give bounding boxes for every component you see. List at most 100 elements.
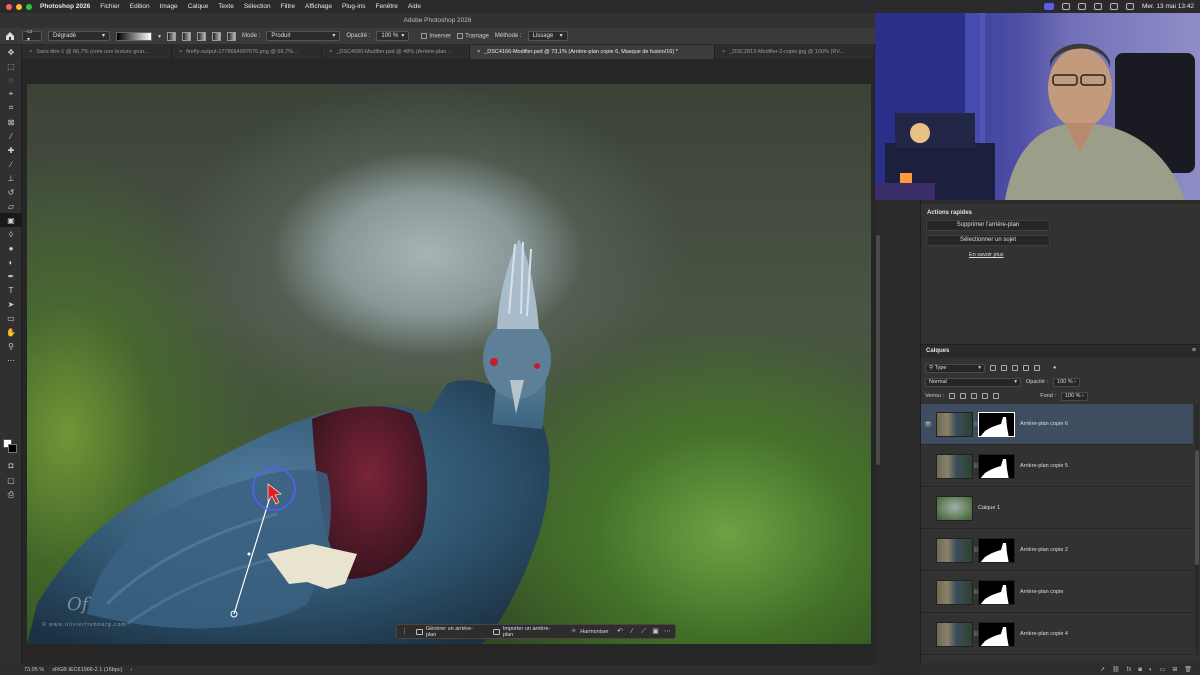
gradient-swatch-dropdown[interactable]: ▾	[158, 33, 161, 40]
brush-icon[interactable]: ∕	[628, 628, 635, 635]
scroll-thumb[interactable]	[876, 235, 880, 465]
menu-fenetre[interactable]: Fenêtre	[376, 3, 398, 10]
close-icon[interactable]: ×	[179, 49, 182, 55]
tab-layers[interactable]: Calques	[926, 348, 949, 354]
path-selection-tool-icon[interactable]: ➤	[0, 297, 22, 311]
add-mask-icon[interactable]: ◙	[1138, 667, 1142, 673]
lock-transparency-icon[interactable]	[949, 393, 956, 399]
menu-plugins[interactable]: Plug-ins	[342, 3, 365, 10]
move-tool-icon[interactable]: ✥	[0, 45, 22, 59]
screen-record-icon[interactable]	[1043, 3, 1054, 10]
quick-mask-icon[interactable]: ◘	[0, 458, 22, 472]
rectangle-tool-icon[interactable]: ▭	[0, 311, 22, 325]
menu-aide[interactable]: Aide	[408, 3, 421, 10]
history-brush-tool-icon[interactable]: ↺	[0, 185, 22, 199]
layer-mask-thumbnail[interactable]	[978, 411, 1015, 437]
mode-select[interactable]: Produit ▾	[266, 31, 341, 41]
tab-document-2[interactable]: × firefly-output-1778664997676.png @ 66,7…	[172, 45, 322, 59]
home-icon[interactable]	[4, 30, 16, 42]
layer-row[interactable]: 👁 ⛓ Arrière-plan copie 6	[921, 404, 1193, 445]
angle-gradient-icon[interactable]	[197, 31, 207, 41]
zoom-level[interactable]: 73,05 %	[24, 667, 44, 673]
layer-style-icon[interactable]: fx	[1127, 667, 1132, 673]
filter-pixel-icon[interactable]	[990, 365, 996, 371]
dither-checkbox[interactable]: Tramage	[457, 32, 489, 39]
canvas-workspace[interactable]: Of © www.olivierfrebourg.com ⋮ Générer u…	[22, 59, 875, 665]
invert-checkbox[interactable]: Inverser	[421, 32, 451, 39]
filter-smart-object-icon[interactable]	[1034, 365, 1040, 371]
lock-artboard-icon[interactable]	[982, 393, 989, 399]
app-status-icon[interactable]	[1061, 3, 1070, 10]
layer-thumbnail[interactable]	[936, 495, 973, 521]
lock-position-icon[interactable]	[971, 393, 978, 399]
type-tool-icon[interactable]: T	[0, 283, 22, 297]
search-icon[interactable]	[1109, 3, 1118, 10]
lock-all-icon[interactable]	[993, 393, 1000, 399]
fill-input[interactable]: 100 % ›	[1060, 391, 1088, 401]
ai-assistant-icon[interactable]: ➚	[1100, 666, 1105, 673]
close-icon[interactable]: ×	[29, 49, 32, 55]
layer-name[interactable]: Arrière-plan copie	[1020, 589, 1063, 595]
undo-icon[interactable]: ↶	[617, 628, 624, 635]
adjustment-layer-icon[interactable]: ◐	[1149, 667, 1153, 673]
layer-thumbnail[interactable]	[936, 579, 973, 605]
pen-tool-icon[interactable]: ✒	[0, 269, 22, 283]
layer-thumbnail[interactable]	[936, 453, 973, 479]
document-canvas[interactable]: Of © www.olivierfrebourg.com	[27, 84, 871, 644]
menu-affichage[interactable]: Affichage	[305, 3, 332, 10]
import-background-button[interactable]: Importer un arrière-plan	[490, 626, 562, 638]
panel-menu-icon[interactable]: ≡	[1192, 347, 1196, 354]
close-icon[interactable]: ×	[477, 49, 480, 55]
background-color-swatch[interactable]	[8, 444, 17, 453]
menu-filtre[interactable]: Filtre	[281, 3, 295, 10]
layer-name[interactable]: Arrière-plan copie 5	[1020, 463, 1068, 469]
layer-row[interactable]: ⛓ Arrière-plan copie	[921, 572, 1193, 613]
opacity-input[interactable]: 100 % ▾	[376, 31, 410, 41]
layer-thumbnail[interactable]	[936, 411, 973, 437]
new-layer-icon[interactable]: ⊞	[1172, 666, 1177, 673]
status-menu-arrow[interactable]: ›	[131, 667, 133, 673]
battery-icon[interactable]	[1077, 3, 1086, 10]
wifi-icon[interactable]	[1093, 3, 1102, 10]
clock[interactable]: Mer. 13 mai 13:42	[1142, 3, 1194, 10]
brush-tool-icon[interactable]: ∕	[0, 157, 22, 171]
layer-name[interactable]: Arrière-plan copie 6	[1020, 421, 1068, 427]
edit-toolbar-icon[interactable]: ⎙	[0, 488, 22, 502]
select-subject-button[interactable]: Sélectionner un sujet	[926, 235, 1050, 246]
frame-tool-icon[interactable]: ⊠	[0, 115, 22, 129]
mask-icon[interactable]: ▣	[652, 628, 659, 635]
gradient-swatch[interactable]	[116, 31, 152, 41]
menu-texte[interactable]: Texte	[218, 3, 234, 10]
generate-background-button[interactable]: Générer un arrière-plan	[413, 626, 485, 638]
menu-edition[interactable]: Edition	[130, 3, 150, 10]
link-layers-icon[interactable]: ⛓	[1112, 666, 1120, 673]
menu-selection[interactable]: Sélection	[244, 3, 271, 10]
delete-layer-icon[interactable]: 🗑	[1184, 666, 1192, 673]
blur-tool-icon[interactable]: ◊	[0, 227, 22, 241]
layer-filter-select[interactable]: ⚲ Type ▾	[925, 363, 985, 373]
layer-mask-thumbnail[interactable]	[978, 537, 1015, 563]
menu-fichier[interactable]: Fichier	[100, 3, 120, 10]
menu-image[interactable]: Image	[160, 3, 178, 10]
layer-thumbnail[interactable]	[936, 537, 973, 563]
filter-type-icon[interactable]	[1012, 365, 1018, 371]
clone-stamp-tool-icon[interactable]: ⊥	[0, 171, 22, 185]
tab-document-3[interactable]: × _DSC4690-Modifier.psd @ 48% (Arrière-pl…	[322, 45, 470, 59]
reflected-gradient-icon[interactable]	[212, 31, 222, 41]
menu-calque[interactable]: Calque	[188, 3, 209, 10]
hand-tool-icon[interactable]: ✋	[0, 325, 22, 339]
filter-shape-icon[interactable]	[1023, 365, 1029, 371]
control-center-icon[interactable]	[1125, 3, 1134, 10]
adjust-icon[interactable]: ⟋	[640, 628, 647, 635]
screen-mode-icon[interactable]: ▢	[0, 473, 22, 487]
tab-document-active[interactable]: × _DSC4166-Modifier.psd @ 73,1% (Arrière-…	[470, 45, 715, 59]
layers-scrollbar[interactable]	[1195, 405, 1199, 655]
dodge-tool-icon[interactable]: ●	[0, 241, 22, 255]
eyedropper-tool-icon[interactable]: ⁄	[0, 129, 22, 143]
method-select[interactable]: Lissage ▾	[527, 31, 568, 41]
layer-name[interactable]: Calque 1	[978, 505, 1000, 511]
layer-row[interactable]: ⛓ Arrière-plan copie 4	[921, 614, 1193, 655]
scroll-thumb[interactable]	[1195, 450, 1199, 565]
app-menu[interactable]: Photoshop 2026	[40, 3, 90, 10]
lock-pixels-icon[interactable]	[960, 393, 967, 399]
